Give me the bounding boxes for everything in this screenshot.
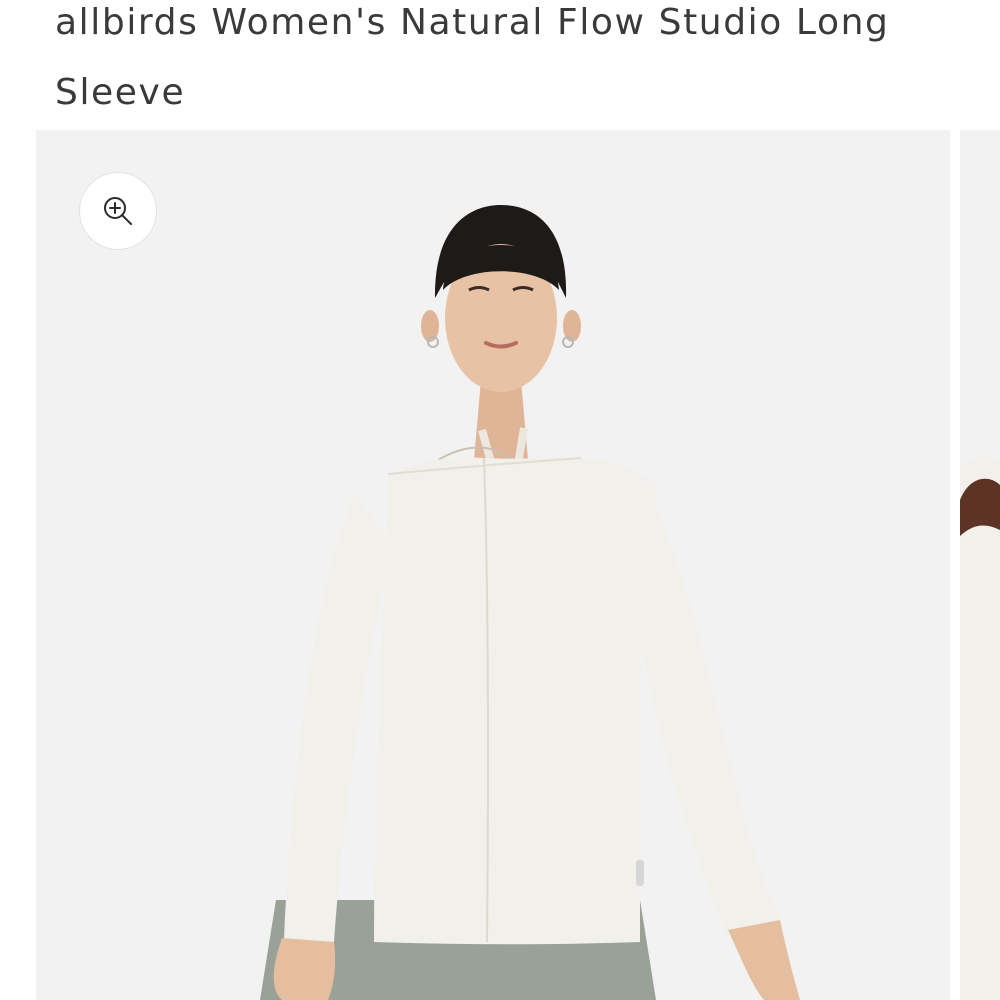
next-model-photo bbox=[960, 455, 1000, 1000]
product-image-main[interactable] bbox=[36, 130, 950, 1000]
product-image-gallery[interactable] bbox=[36, 130, 1000, 1000]
zoom-button[interactable] bbox=[79, 172, 157, 250]
product-title: allbirds Women's Natural Flow Studio Lon… bbox=[55, 2, 890, 113]
product-image-next[interactable] bbox=[960, 130, 1000, 1000]
zoom-in-icon bbox=[104, 197, 132, 225]
model-photo bbox=[260, 205, 800, 1000]
